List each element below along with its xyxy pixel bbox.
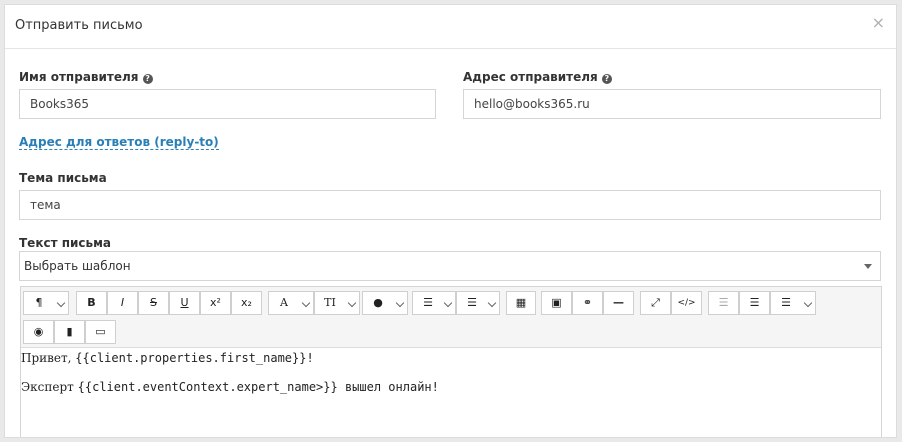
image-button[interactable]: ▣	[541, 291, 572, 315]
table-button[interactable]: ▦	[506, 291, 536, 315]
horizontal-rule-button[interactable]: —	[603, 291, 634, 315]
subject-label: Тема письма	[19, 171, 107, 185]
help-icon[interactable]: ?	[142, 74, 153, 84]
sender-name-label-text: Имя отправителя	[19, 70, 139, 84]
chevron-down-icon	[803, 298, 813, 308]
font-color-icon: A	[280, 296, 288, 309]
link-button[interactable]: ⚭	[572, 291, 603, 315]
code-view-button[interactable]: </>	[671, 291, 702, 315]
send-email-modal: Отправить письмо × Имя отправителя? Book…	[4, 4, 897, 438]
bold-button[interactable]: B	[76, 291, 107, 315]
desktop-preview-button[interactable]: ▭	[85, 320, 116, 344]
indent-button[interactable]: ☰	[739, 291, 770, 315]
font-size-dropdown[interactable]: TI	[314, 291, 360, 315]
template-select-value: Выбрать шаблон	[24, 259, 131, 273]
align-icon: ☰	[781, 296, 791, 309]
outdent-button[interactable]: ☰	[708, 291, 739, 315]
fullscreen-button[interactable]: ⤢	[640, 291, 671, 315]
close-icon[interactable]: ×	[872, 15, 885, 31]
drop-icon: ●	[373, 296, 383, 309]
color-picker-dropdown[interactable]: ●	[362, 291, 408, 315]
reply-to-link[interactable]: Адрес для ответов (reply-to)	[19, 135, 219, 150]
paragraph-style-dropdown[interactable]: ¶	[23, 291, 69, 315]
chevron-down-icon	[864, 264, 872, 269]
chevron-down-icon	[301, 298, 311, 308]
body-label: Текст письма	[19, 236, 112, 250]
editor-toolbar: ¶ B I S U x² x₂ A TI ● ☰ ☰ ▦ ▣ ⚭ — ⤢ </>…	[21, 287, 881, 348]
bullet-list-icon: ☰	[423, 296, 433, 309]
paragraph-icon: ¶	[35, 296, 43, 309]
message-editor: ¶ B I S U x² x₂ A TI ● ☰ ☰ ▦ ▣ ⚭ — ⤢ </>…	[20, 286, 882, 437]
greeting-text: Привет,	[21, 351, 76, 365]
preview-button[interactable]: ◉	[23, 320, 54, 344]
sender-name-label: Имя отправителя?	[19, 70, 153, 84]
help-icon[interactable]: ?	[601, 74, 612, 84]
sender-address-label: Адрес отправителя?	[463, 70, 612, 84]
chevron-down-icon	[487, 298, 497, 308]
placeholder-variable: {{client.eventContext.expert_name>}} выш…	[77, 380, 439, 394]
expert-text: Эксперт	[21, 380, 78, 394]
chevron-down-icon	[443, 298, 453, 308]
bullet-list-dropdown[interactable]: ☰	[412, 291, 456, 315]
numbered-list-dropdown[interactable]: ☰	[456, 291, 500, 315]
align-dropdown[interactable]: ☰	[770, 291, 816, 315]
modal-title: Отправить письмо	[15, 18, 143, 33]
modal-header: Отправить письмо ×	[5, 5, 896, 49]
numbered-list-icon: ☰	[467, 296, 477, 309]
subject-input[interactable]: тема	[19, 190, 881, 220]
font-color-dropdown[interactable]: A	[268, 291, 314, 315]
template-select[interactable]: Выбрать шаблон	[19, 251, 881, 281]
chevron-down-icon	[395, 298, 405, 308]
sender-address-label-text: Адрес отправителя	[463, 70, 598, 84]
subscript-button[interactable]: x₂	[231, 291, 262, 315]
content-line: Привет, {{client.properties.first_name}}…	[21, 351, 314, 365]
chevron-down-icon	[347, 298, 357, 308]
sender-name-input[interactable]: Books365	[19, 89, 436, 119]
chevron-down-icon	[56, 298, 66, 308]
placeholder-variable: {{client.properties.first_name}}!	[75, 351, 314, 365]
underline-button[interactable]: U	[169, 291, 200, 315]
strikethrough-button[interactable]: S	[138, 291, 169, 315]
superscript-button[interactable]: x²	[200, 291, 231, 315]
font-size-icon: TI	[324, 296, 336, 309]
editor-content[interactable]: Привет, {{client.properties.first_name}}…	[21, 349, 881, 437]
sender-address-input[interactable]: hello@books365.ru	[463, 89, 881, 119]
content-line: Эксперт {{client.eventContext.expert_nam…	[21, 380, 439, 394]
bookmark-button[interactable]: ▮	[54, 320, 85, 344]
italic-button[interactable]: I	[107, 291, 138, 315]
